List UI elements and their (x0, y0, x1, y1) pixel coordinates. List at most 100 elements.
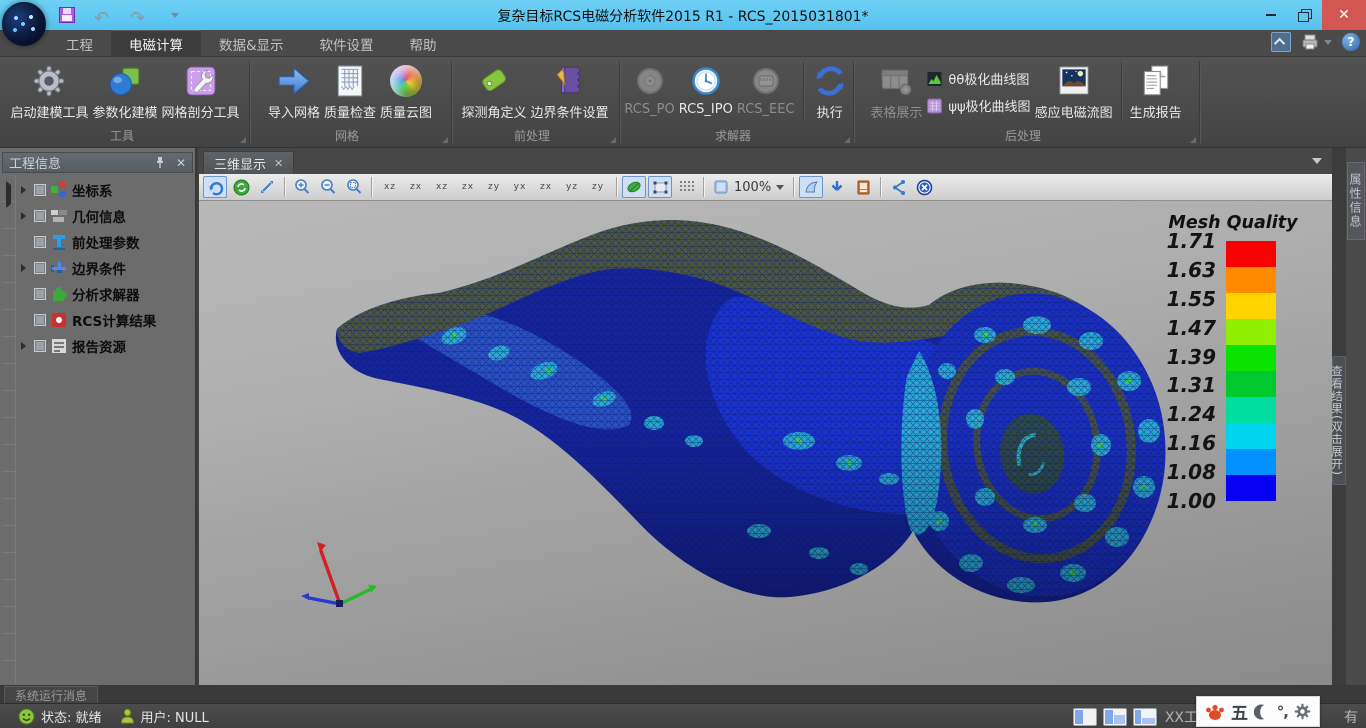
view-orientation-button[interactable]: xz (377, 176, 403, 198)
tree-checkbox[interactable] (34, 288, 46, 300)
view-orientation-button[interactable]: yz (559, 176, 585, 198)
zoom-window-button[interactable] (342, 176, 366, 198)
expand-arrow-icon[interactable] (21, 212, 26, 220)
group-expand-icon[interactable] (240, 137, 246, 143)
view-orientation-button[interactable]: zx (403, 176, 429, 198)
launch-modeling-tool-button[interactable]: 启动建模工具 (10, 59, 88, 123)
group-expand-icon[interactable] (610, 137, 616, 143)
layout-bottom-icon[interactable] (1133, 708, 1157, 726)
expand-arrow-icon[interactable] (21, 264, 26, 272)
view-orientation-icon: zy (488, 182, 500, 192)
minimize-button[interactable] (1254, 0, 1288, 30)
execute-button[interactable]: 执行 (812, 59, 848, 123)
tree-item[interactable]: 边界条件 (17, 255, 193, 281)
tree-item[interactable]: 坐标系 (17, 177, 193, 203)
fit-view-button[interactable] (255, 176, 279, 198)
menu-tab[interactable]: 帮助 (392, 30, 455, 57)
zoom-in-button[interactable] (290, 176, 314, 198)
restore-button[interactable] (1288, 0, 1322, 30)
style-menu-button[interactable] (1301, 33, 1332, 51)
tree-item[interactable]: 前处理参数 (17, 229, 193, 255)
table-display-button[interactable]: 表格展示 (870, 59, 922, 123)
tree-item[interactable]: 几何信息 (17, 203, 193, 229)
tab-system-messages[interactable]: 系统运行消息 (4, 686, 98, 703)
import-mesh-button[interactable]: 导入网格 (268, 59, 320, 123)
rotate-view-button[interactable] (203, 176, 227, 198)
detect-angle-button[interactable]: 探测角定义 (461, 59, 526, 123)
mesh-partition-tool-button[interactable]: 网格剖分工具 (162, 59, 240, 123)
group-expand-icon[interactable] (844, 137, 850, 143)
tab-view-results[interactable]: 查看结果(双击展开) (1332, 356, 1346, 485)
zoom-out-button[interactable] (316, 176, 340, 198)
legend-swatch (1226, 371, 1276, 397)
collapse-ribbon-button[interactable] (1271, 32, 1291, 52)
panel-close-icon[interactable]: ✕ (176, 156, 186, 170)
pin-icon[interactable] (154, 156, 166, 169)
selection-box-button[interactable] (648, 176, 672, 198)
ime-logo-paw-icon[interactable] (1204, 702, 1226, 722)
view-orientation-button[interactable]: xz (429, 176, 455, 198)
tree-checkbox[interactable] (34, 340, 46, 352)
tree-checkbox[interactable] (34, 236, 46, 248)
app-logo[interactable] (2, 2, 46, 46)
view-orientation-button[interactable]: yx (507, 176, 533, 198)
view-orientation-button[interactable]: zx (533, 176, 559, 198)
menu-tab[interactable]: 软件设置 (302, 30, 392, 57)
menu-tab[interactable]: 数据&显示 (201, 30, 302, 57)
tab-3d-display[interactable]: 三维显示 ✕ (203, 151, 294, 174)
induced-current-map-button[interactable]: 感应电磁流图 (1035, 59, 1113, 123)
view-orientation-button[interactable]: zx (455, 176, 481, 198)
refresh-view-button[interactable] (229, 176, 253, 198)
psi-polarization-curve-button[interactable]: ψψ极化曲线图 (926, 96, 1030, 115)
tree-item[interactable]: 报告资源 (17, 333, 193, 359)
ime-wubi-mode[interactable]: 五 (1231, 699, 1248, 724)
tab-list-dropdown-icon[interactable] (1312, 158, 1322, 164)
ime-settings-gear-icon[interactable] (1293, 702, 1312, 721)
menu-tab[interactable]: 工程 (48, 30, 111, 57)
close-view-button[interactable] (912, 176, 936, 198)
quality-cloud-button[interactable]: 质量云图 (380, 59, 432, 123)
view-orientation-button[interactable]: zy (585, 176, 611, 198)
view-orientation-button[interactable]: zy (481, 176, 507, 198)
share-view-button[interactable] (886, 176, 910, 198)
tree-item[interactable]: RCS计算结果 (17, 307, 193, 333)
theta-polarization-curve-button[interactable]: θθ极化曲线图 (926, 69, 1030, 88)
leaf-icon (626, 179, 643, 196)
rcs-eec-button[interactable]: RCS_EEC (737, 59, 795, 123)
expand-arrow-icon[interactable] (21, 186, 26, 194)
tree-checkbox[interactable] (34, 184, 46, 196)
shaded-display-button[interactable] (622, 176, 646, 198)
menu-tab[interactable]: 电磁计算 (111, 30, 201, 57)
zoom-level-control[interactable]: 100% (709, 179, 788, 195)
rcs-ipo-button[interactable]: RCS_IPO (679, 59, 733, 123)
group-expand-icon[interactable] (1190, 137, 1196, 143)
expand-arrow-icon[interactable] (21, 342, 26, 350)
grid-points-button[interactable] (674, 176, 698, 198)
ime-punctuation-mode[interactable]: °, (1277, 703, 1288, 721)
group-expand-icon[interactable] (442, 137, 448, 143)
close-button[interactable]: ✕ (1322, 0, 1366, 30)
model-canvas[interactable]: Mesh Quality 1.711.631.551.471.391.311.2… (199, 201, 1332, 685)
quality-check-button[interactable]: 质量检查 (324, 59, 376, 123)
generate-report-button[interactable]: 生成报告 (1130, 59, 1182, 123)
tree-checkbox[interactable] (34, 314, 46, 326)
rcs-po-button[interactable]: RCS_PO (624, 59, 674, 123)
expand-arrow-icon[interactable] (6, 181, 11, 208)
zoom-out-icon (319, 178, 337, 196)
fin-tool-button[interactable] (799, 176, 823, 198)
ime-halfmoon-icon[interactable] (1253, 703, 1271, 721)
tab-properties[interactable]: 属性信息 (1347, 162, 1365, 240)
boundary-settings-button[interactable]: 边界条件设置 (531, 59, 609, 123)
window-copy-button[interactable] (851, 176, 875, 198)
parametric-modeling-button[interactable]: 参数化建模 (92, 59, 157, 123)
window-copy-icon (855, 179, 872, 196)
tree-item[interactable]: 分析求解器 (17, 281, 193, 307)
move-down-button[interactable] (825, 176, 849, 198)
tree-checkbox[interactable] (34, 262, 46, 274)
tab-close-icon[interactable]: ✕ (274, 157, 283, 170)
tree-gutter (2, 175, 16, 683)
help-button[interactable]: ? (1342, 33, 1360, 51)
tree-checkbox[interactable] (34, 210, 46, 222)
layout-left-icon[interactable] (1073, 708, 1097, 726)
layout-split-icon[interactable] (1103, 708, 1127, 726)
